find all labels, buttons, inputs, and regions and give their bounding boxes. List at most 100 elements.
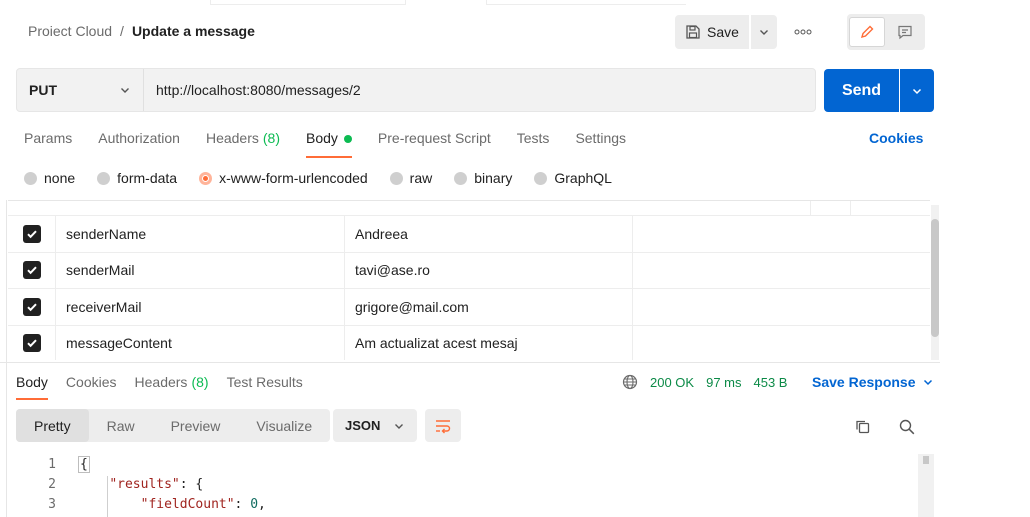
chevron-down-icon [121, 88, 129, 93]
param-value[interactable]: Am actualizat acest mesaj [345, 325, 633, 360]
more-actions-button[interactable] [790, 22, 816, 42]
json-punct: , [258, 496, 266, 512]
wrap-lines-button[interactable] [425, 409, 461, 442]
row-checkbox[interactable] [22, 224, 41, 243]
params-scrollbar[interactable] [931, 205, 939, 360]
postman-app: Proiect Cloud / Update a message Save PU… [0, 0, 940, 517]
table-row: messageContent Am actualizat acest mesaj [8, 325, 930, 361]
response-tab-test-results[interactable]: Test Results [227, 374, 303, 400]
radio-circle-selected [199, 171, 213, 185]
save-options-button[interactable] [751, 15, 777, 49]
radio-form-data[interactable]: form-data [97, 170, 177, 186]
request-title[interactable]: Update a message [132, 23, 255, 39]
save-response-button[interactable]: Save Response [812, 374, 934, 390]
code-text: { [56, 455, 90, 473]
radio-circle [24, 171, 37, 185]
code-text: "results": { [56, 477, 203, 492]
row-checkbox[interactable] [22, 261, 41, 280]
checkmark-icon [26, 230, 37, 238]
param-value[interactable]: grigore@mail.com [345, 289, 633, 325]
comments-button[interactable] [887, 17, 923, 47]
param-key[interactable]: messageContent [56, 325, 345, 360]
cookies-link[interactable]: Cookies [869, 130, 923, 146]
url-input[interactable] [144, 69, 815, 111]
response-tab-cookies[interactable]: Cookies [66, 374, 117, 400]
radio-circle [454, 171, 468, 185]
tab-body[interactable]: Body [306, 130, 352, 158]
search-button[interactable] [896, 416, 918, 438]
headers-count: (8) [262, 130, 280, 146]
scrollbar-thumb[interactable] [923, 456, 929, 464]
chevron-down-icon [395, 423, 403, 429]
param-description[interactable] [633, 253, 930, 289]
response-headers-count: (8) [191, 374, 209, 390]
send-button[interactable]: Send [824, 69, 899, 112]
request-tabs: Params Authorization Headers (8) Body Pre… [24, 130, 652, 158]
status-code[interactable]: 200 OK [650, 375, 694, 390]
line-number: 3 [48, 496, 56, 512]
row-checkbox-cell [8, 216, 56, 252]
param-key[interactable]: senderMail [56, 252, 345, 288]
response-tab-body[interactable]: Body [16, 374, 48, 400]
radio-label: none [44, 170, 76, 186]
search-icon [899, 419, 915, 435]
format-visualize[interactable]: Visualize [238, 409, 330, 442]
radio-none[interactable]: none [24, 170, 75, 186]
tab-label: Headers [134, 374, 188, 390]
param-description[interactable] [633, 216, 930, 252]
param-value[interactable]: Andreea [345, 216, 633, 252]
response-tab-headers[interactable]: Headers (8) [135, 374, 209, 400]
row-checkbox[interactable] [22, 334, 41, 353]
save-button[interactable]: Save [675, 15, 749, 49]
radio-raw[interactable]: raw [389, 170, 432, 186]
line-number: 1 [48, 456, 56, 472]
format-preview[interactable]: Preview [153, 409, 239, 442]
request-header: Proiect Cloud / Update a message Save [0, 10, 940, 56]
scrollbar-thumb[interactable] [931, 219, 939, 337]
save-label: Save [707, 24, 739, 40]
table-header [8, 201, 930, 216]
format-pretty[interactable]: Pretty [16, 409, 89, 442]
tab-pre-request-script[interactable]: Pre-request Script [378, 130, 491, 158]
breadcrumb-collection[interactable]: Proiect Cloud [28, 23, 112, 39]
body-type-options: none form-data x-www-form-urlencoded raw… [24, 170, 634, 186]
radio-x-www-form-urlencoded[interactable]: x-www-form-urlencoded [199, 170, 368, 186]
row-checkbox[interactable] [22, 297, 41, 316]
json-punct: : [234, 496, 251, 512]
format-raw[interactable]: Raw [89, 409, 153, 442]
chevron-down-icon [912, 88, 922, 94]
table-row: senderMail tavi@ase.ro [8, 252, 930, 289]
save-response-label: Save Response [812, 374, 916, 390]
column-divider [810, 201, 811, 216]
method-select[interactable]: PUT [17, 69, 144, 111]
radio-circle [97, 171, 111, 185]
params-table: senderName Andreea senderMail tavi@ase.r… [8, 200, 930, 360]
param-key[interactable]: receiverMail [56, 289, 345, 325]
send-options-button[interactable] [900, 69, 934, 112]
code-line: 1 { [0, 454, 918, 474]
view-mode-toggle [847, 14, 925, 50]
request-bar: PUT [16, 68, 816, 112]
radio-graphql[interactable]: GraphQL [534, 170, 612, 186]
code-scrollbar[interactable] [918, 454, 934, 517]
globe-icon[interactable] [622, 374, 638, 390]
tab-params[interactable]: Params [24, 130, 72, 158]
response-body-code[interactable]: 1 { 2 "results": { 3 "fieldCount": 0, [0, 454, 918, 517]
response-size[interactable]: 453 B [754, 375, 788, 390]
response-divider[interactable] [0, 362, 940, 363]
tab-outline [210, 0, 406, 5]
tab-headers[interactable]: Headers (8) [206, 130, 280, 158]
param-key[interactable]: senderName [56, 216, 345, 252]
param-description[interactable] [633, 289, 930, 325]
param-value[interactable]: tavi@ase.ro [345, 252, 633, 288]
response-time[interactable]: 97 ms [706, 375, 741, 390]
tab-authorization[interactable]: Authorization [98, 130, 180, 158]
radio-binary[interactable]: binary [454, 170, 512, 186]
edit-mode-button[interactable] [849, 17, 885, 47]
copy-button[interactable] [852, 416, 874, 438]
tab-tests[interactable]: Tests [517, 130, 550, 158]
row-checkbox-cell [8, 325, 56, 360]
language-select[interactable]: JSON [333, 409, 417, 442]
tab-settings[interactable]: Settings [575, 130, 626, 158]
param-description[interactable] [633, 326, 930, 361]
